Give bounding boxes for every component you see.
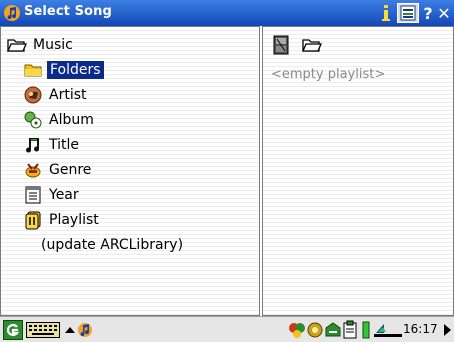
playlist-open-button[interactable] [301, 35, 323, 59]
playlist-toolbar [271, 35, 323, 59]
open-folder-icon [7, 39, 27, 52]
tree-item-genre[interactable]: Genre [23, 158, 93, 182]
tray-butterfly-icon[interactable] [288, 320, 306, 340]
window-title: Select Song [24, 4, 112, 19]
calendar-icon [25, 186, 41, 204]
genre-icon [25, 163, 41, 178]
open-folder-icon [302, 39, 322, 52]
tree-item-label: Playlist [49, 212, 99, 228]
album-icon [24, 111, 42, 129]
film-icon [273, 35, 289, 55]
playlist-pane[interactable]: <empty playlist> [262, 26, 454, 316]
tree-item-album[interactable]: Album [23, 108, 96, 132]
tree-item-update-library[interactable]: (update ARCLibrary) [39, 233, 185, 257]
battery-icon [362, 321, 370, 339]
tree-item-title[interactable]: Title [23, 133, 81, 157]
help-button[interactable]: ? [420, 2, 436, 24]
tree-item-label: Genre [49, 162, 92, 178]
music-app-icon [4, 5, 20, 21]
tree-item-folders[interactable]: Folders [23, 58, 104, 82]
artist-icon [24, 86, 42, 104]
info-button[interactable] [378, 2, 394, 24]
tray-clipboard-icon[interactable] [342, 320, 358, 340]
tree-root-music[interactable]: Music [7, 33, 75, 57]
tree-item-artist[interactable]: Artist [23, 83, 89, 107]
tree-item-label: Album [49, 112, 94, 128]
help-icon: ? [423, 3, 433, 23]
close-icon: ✕ [437, 3, 451, 23]
library-tree-pane[interactable]: Music Folders Artist Album Title Genre Y… [0, 26, 260, 316]
status-bar: 16:17 [0, 316, 454, 342]
tree-item-label: Title [49, 137, 80, 153]
clock-time: 16:17 [403, 322, 438, 336]
empty-playlist-text: <empty playlist> [271, 67, 386, 82]
tree-item-label: Artist [49, 87, 87, 103]
tree-root-label: Music [33, 37, 73, 53]
tray-connection-icon[interactable] [324, 320, 342, 340]
view-toggle-button[interactable] [396, 2, 420, 24]
music-app-icon[interactable] [76, 320, 94, 340]
tree-item-label: Folders [47, 61, 104, 79]
folder-icon [24, 64, 42, 77]
tray-network-icon[interactable] [306, 320, 324, 340]
keyboard-icon[interactable] [26, 320, 60, 340]
view-icon [397, 3, 419, 23]
start-menu-icon[interactable] [3, 320, 23, 340]
title-bar: Select Song ? ✕ [0, 0, 454, 26]
info-icon [382, 5, 390, 21]
volume-icon[interactable] [374, 320, 402, 340]
tree-item-playlist[interactable]: Playlist [23, 208, 101, 232]
tree-item-year[interactable]: Year [23, 183, 81, 207]
playlist-clear-button[interactable] [271, 35, 293, 59]
arrow-up-icon[interactable] [64, 320, 76, 340]
close-button[interactable]: ✕ [436, 2, 452, 24]
music-note-icon [26, 138, 40, 153]
tray-scroll-right-icon[interactable] [442, 323, 452, 337]
tree-item-label: (update ARCLibrary) [41, 237, 184, 253]
tree-item-label: Year [49, 187, 79, 203]
playlist-icon [25, 211, 41, 230]
